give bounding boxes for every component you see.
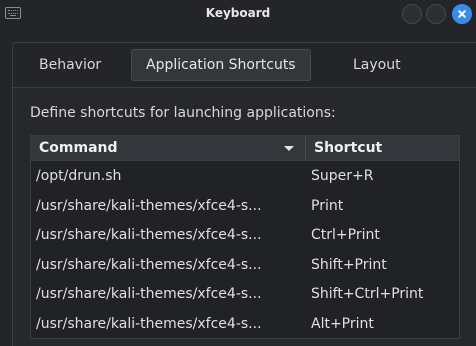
shortcuts-table: Command Shortcut /opt/drun.sh Super+R /u… — [30, 135, 460, 339]
sort-descending-icon[interactable] — [284, 146, 294, 151]
keyboard-window: Keyboard Behavior Application Shortcuts … — [0, 0, 476, 346]
table-row[interactable]: /usr/share/kali-themes/xfce4-s... Ctrl+P… — [31, 220, 459, 250]
title-bar[interactable]: Keyboard — [0, 0, 476, 28]
command-cell: /opt/drun.sh — [36, 168, 122, 184]
shortcut-cell: Alt+Print — [311, 315, 374, 332]
column-header-shortcut[interactable]: Shortcut — [307, 136, 461, 160]
command-cell: /usr/share/kali-themes/xfce4-s... — [36, 197, 262, 214]
command-cell: /usr/share/kali-themes/xfce4-s... — [36, 256, 262, 273]
tab-behavior[interactable]: Behavior — [25, 49, 115, 81]
table-row[interactable]: /usr/share/kali-themes/xfce4-s... Shift+… — [31, 250, 459, 280]
shortcut-cell: Shift+Print — [311, 256, 387, 273]
tab-bar: Behavior Application Shortcuts Layout — [13, 43, 476, 88]
column-header-command-label: Command — [39, 140, 118, 156]
close-button[interactable] — [452, 4, 472, 24]
shortcut-cell: Print — [311, 197, 344, 214]
maximize-button[interactable] — [426, 4, 446, 24]
shortcut-cell: Shift+Ctrl+Print — [311, 286, 424, 302]
table-row[interactable]: /usr/share/kali-themes/xfce4-s... Print — [31, 191, 459, 221]
table-row[interactable]: /usr/share/kali-themes/xfce4-s... Shift+… — [31, 279, 459, 309]
shortcut-cell: Ctrl+Print — [311, 227, 380, 243]
command-cell: /usr/share/kali-themes/xfce4-s... — [36, 227, 262, 243]
tab-layout[interactable]: Layout — [339, 49, 415, 81]
command-cell: /usr/share/kali-themes/xfce4-s... — [36, 286, 262, 302]
table-body: /opt/drun.sh Super+R /usr/share/kali-the… — [31, 161, 459, 338]
command-cell: /usr/share/kali-themes/xfce4-s... — [36, 315, 262, 332]
page-description: Define shortcuts for launching applicati… — [30, 105, 336, 121]
column-header-command[interactable]: Command — [31, 136, 306, 160]
table-row[interactable]: /opt/drun.sh Super+R — [31, 161, 459, 191]
minimize-button[interactable] — [402, 4, 422, 24]
table-header: Command Shortcut — [31, 136, 459, 161]
tab-application-shortcuts[interactable]: Application Shortcuts — [131, 49, 311, 81]
shortcut-cell: Super+R — [311, 168, 374, 184]
table-row[interactable]: /usr/share/kali-themes/xfce4-s... Alt+Pr… — [31, 309, 459, 339]
settings-notebook: Behavior Application Shortcuts Layout De… — [12, 42, 476, 346]
